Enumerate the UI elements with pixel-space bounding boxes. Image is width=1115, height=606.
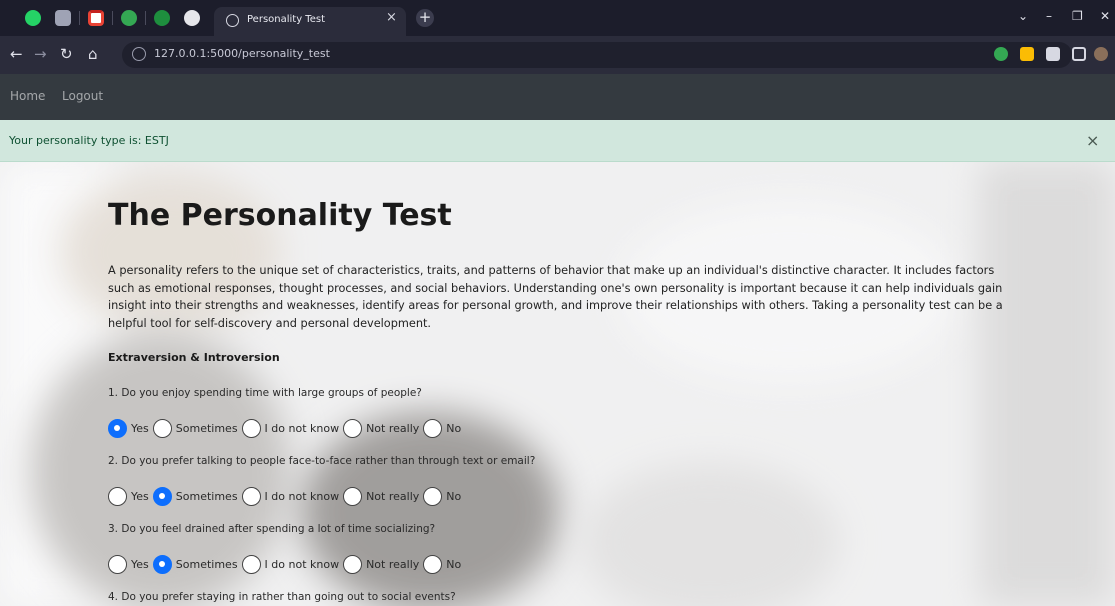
tab-separator <box>79 11 80 25</box>
options-question-2: Yes Sometimes I do not know Not really No <box>108 486 465 506</box>
radio-label[interactable]: Not really <box>366 490 419 503</box>
gmail-icon[interactable] <box>88 10 104 26</box>
radio-option[interactable]: No <box>423 486 461 506</box>
radio-button[interactable] <box>241 487 261 506</box>
radio-button[interactable] <box>423 555 443 574</box>
radio-button[interactable] <box>241 555 261 574</box>
new-tab-button[interactable]: + <box>416 9 434 27</box>
restore-icon[interactable]: ❐ <box>1072 9 1083 23</box>
radio-option[interactable]: No <box>423 418 461 438</box>
github-icon[interactable] <box>184 10 200 26</box>
radio-option[interactable]: Yes <box>108 554 149 574</box>
radio-button[interactable] <box>152 555 172 574</box>
puzzle-icon[interactable] <box>1046 47 1060 61</box>
radio-button[interactable] <box>152 487 172 506</box>
radio-button[interactable] <box>108 555 127 574</box>
radio-button[interactable] <box>423 487 443 506</box>
radio-label[interactable]: I do not know <box>265 558 340 571</box>
avatar[interactable] <box>1094 47 1108 61</box>
nav-link-home[interactable]: Home <box>10 89 45 103</box>
radio-label[interactable]: No <box>446 490 461 503</box>
reload-icon[interactable]: ↻ <box>60 45 73 63</box>
radio-label[interactable]: No <box>446 422 461 435</box>
radio-button[interactable] <box>423 419 443 438</box>
pinned-tab-icon[interactable] <box>55 10 71 26</box>
forward-icon[interactable]: → <box>34 45 47 63</box>
radio-label[interactable]: Sometimes <box>176 558 238 571</box>
radio-button[interactable] <box>152 419 172 438</box>
whatsapp-icon[interactable] <box>25 10 41 26</box>
tab-title: Personality Test <box>247 14 325 25</box>
side-panel-icon[interactable] <box>1072 47 1086 61</box>
radio-label[interactable]: Yes <box>131 490 149 503</box>
radio-option[interactable]: Sometimes <box>152 486 238 506</box>
site-navbar: Home Logout <box>0 74 1115 120</box>
address-bar[interactable]: 127.0.0.1:5000/personality_test <box>122 42 1072 68</box>
pinned-green-icon[interactable] <box>154 10 170 26</box>
tab-separator <box>112 11 113 25</box>
radio-option[interactable]: I do not know <box>241 554 340 574</box>
radio-button[interactable] <box>343 419 363 438</box>
radio-option[interactable]: Not really <box>343 418 419 438</box>
url-text[interactable]: 127.0.0.1:5000/personality_test <box>154 47 330 60</box>
nav-link-logout[interactable]: Logout <box>62 89 103 103</box>
radio-option[interactable]: I do not know <box>241 418 340 438</box>
extension-tab-icon[interactable] <box>121 10 137 26</box>
radio-button[interactable] <box>108 487 127 506</box>
radio-option[interactable]: Yes <box>108 486 149 506</box>
alert-close-icon[interactable]: × <box>1086 131 1099 150</box>
close-window-icon[interactable]: ✕ <box>1100 9 1110 23</box>
tab-search-icon[interactable]: ⌄ <box>1018 9 1028 23</box>
extension-icon[interactable] <box>1020 47 1034 61</box>
radio-option[interactable]: Sometimes <box>152 554 238 574</box>
site-info-icon[interactable] <box>132 47 146 61</box>
alert-message: Your personality type is: ESTJ <box>9 134 169 147</box>
minimize-icon[interactable]: – <box>1046 9 1052 23</box>
radio-button[interactable] <box>108 419 127 438</box>
result-alert: Your personality type is: ESTJ × <box>0 120 1115 162</box>
question-2: 2. Do you prefer talking to people face-… <box>108 455 536 467</box>
radio-label[interactable]: No <box>446 558 461 571</box>
radio-option[interactable]: Not really <box>343 554 419 574</box>
radio-option[interactable]: I do not know <box>241 486 340 506</box>
intro-paragraph: A personality refers to the unique set o… <box>108 264 1003 330</box>
radio-option[interactable]: Yes <box>108 418 149 438</box>
home-icon[interactable]: ⌂ <box>88 45 98 63</box>
radio-option[interactable]: Not really <box>343 486 419 506</box>
radio-label[interactable]: Not really <box>366 422 419 435</box>
back-icon[interactable]: ← <box>10 45 23 63</box>
radio-label[interactable]: Sometimes <box>176 490 238 503</box>
radio-label[interactable]: Yes <box>131 422 149 435</box>
radio-button[interactable] <box>241 419 261 438</box>
tab-personality-test[interactable]: Personality Test × <box>214 7 406 36</box>
radio-button[interactable] <box>343 487 363 506</box>
radio-option[interactable]: Sometimes <box>152 418 238 438</box>
section-heading: Extraversion & Introversion <box>108 351 280 364</box>
radio-label[interactable]: Yes <box>131 558 149 571</box>
options-question-1: Yes Sometimes I do not know Not really No <box>108 418 465 438</box>
radio-option[interactable]: No <box>423 554 461 574</box>
page-title: The Personality Test <box>108 198 452 233</box>
radio-label[interactable]: Sometimes <box>176 422 238 435</box>
tab-favicon-icon <box>226 14 239 27</box>
browser-toolbar: ← → ↻ ⌂ 127.0.0.1:5000/personality_test <box>0 36 1115 74</box>
extension-icon[interactable] <box>994 47 1008 61</box>
question-1: 1. Do you enjoy spending time with large… <box>108 387 422 399</box>
radio-label[interactable]: Not really <box>366 558 419 571</box>
tab-separator <box>145 11 146 25</box>
radio-label[interactable]: I do not know <box>265 490 340 503</box>
question-4: 4. Do you prefer staying in rather than … <box>108 591 456 603</box>
radio-button[interactable] <box>343 555 363 574</box>
question-3: 3. Do you feel drained after spending a … <box>108 523 436 535</box>
options-question-3: Yes Sometimes I do not know Not really No <box>108 554 465 574</box>
radio-label[interactable]: I do not know <box>265 422 340 435</box>
tab-close-icon[interactable]: × <box>386 10 397 25</box>
browser-tab-strip: Personality Test × + ⌄ – ❐ ✕ <box>0 0 1115 36</box>
